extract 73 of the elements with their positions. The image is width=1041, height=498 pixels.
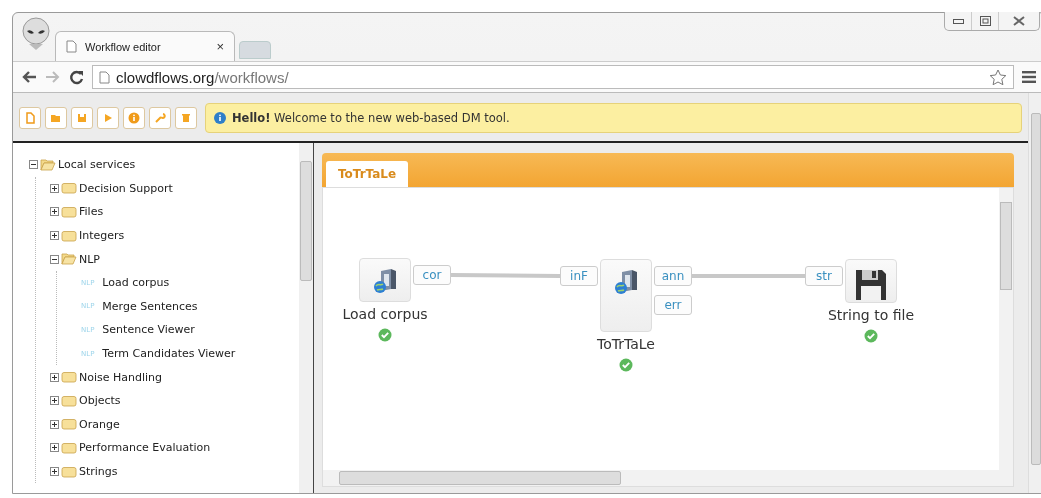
- expand-icon[interactable]: [50, 467, 59, 476]
- folder-icon: [61, 418, 77, 431]
- input-port[interactable]: inF: [560, 266, 598, 286]
- tree-item[interactable]: Objects: [79, 394, 121, 408]
- collapse-icon[interactable]: [50, 254, 59, 264]
- node-label: Load corpus: [342, 306, 428, 322]
- info-icon: [128, 112, 140, 124]
- star-icon[interactable]: [989, 68, 1007, 86]
- open-folder-icon: [61, 253, 77, 266]
- output-port[interactable]: err: [654, 295, 692, 315]
- play-icon: [102, 112, 114, 124]
- server-globe-icon: [371, 267, 399, 295]
- menu-icon[interactable]: [1022, 71, 1036, 83]
- scrollbar[interactable]: [299, 143, 313, 493]
- folder-icon: [61, 206, 77, 218]
- tree-item[interactable]: Orange: [79, 417, 120, 431]
- minimize-icon: [952, 18, 964, 24]
- folder-icon: [61, 394, 77, 407]
- tree-item[interactable]: NLP: [79, 252, 100, 266]
- tree-item[interactable]: Noise Handling: [79, 370, 163, 384]
- scrollbar[interactable]: [1028, 93, 1041, 493]
- save-icon: [76, 112, 88, 124]
- close-icon: [1013, 16, 1025, 26]
- tree-item[interactable]: Integers: [79, 229, 125, 243]
- trash-icon: [180, 112, 192, 124]
- page-icon: [66, 40, 77, 53]
- alien-head-icon: [21, 17, 51, 51]
- close-tab-button[interactable]: ×: [216, 39, 224, 54]
- info-icon: [214, 112, 226, 124]
- node-label: ToTrTaLe: [597, 336, 655, 352]
- alert-text: Hello! Welcome to the new web-based DM tool.: [232, 111, 510, 125]
- folder-icon: [61, 229, 77, 242]
- tree-item[interactable]: Load corpus: [102, 276, 170, 290]
- folder-icon: [61, 371, 77, 384]
- expand-icon[interactable]: [50, 419, 59, 429]
- expand-icon[interactable]: [50, 183, 59, 193]
- page-icon: [99, 70, 110, 84]
- browser-tab[interactable]: Workflow editor ×: [55, 31, 235, 61]
- widget-node[interactable]: [600, 259, 652, 332]
- tree-item[interactable]: Term Candidates Viewer: [102, 347, 236, 361]
- tree-item[interactable]: Local services: [58, 158, 136, 172]
- widget-node[interactable]: [845, 259, 897, 303]
- wrench-icon: [154, 112, 166, 124]
- tree-item[interactable]: Files: [79, 205, 104, 219]
- back-icon[interactable]: [21, 70, 37, 84]
- node-label: String to file: [827, 307, 915, 323]
- tree-item[interactable]: Merge Sentences: [102, 299, 198, 313]
- address-bar[interactable]: clowdflows.org/workflows/: [92, 65, 1014, 89]
- tree-item[interactable]: Strings: [79, 465, 118, 478]
- scrollbar[interactable]: [323, 470, 1013, 486]
- expand-icon[interactable]: [50, 207, 59, 217]
- output-port[interactable]: cor: [413, 265, 451, 285]
- input-port[interactable]: str: [805, 266, 843, 286]
- folder-icon: [61, 465, 77, 478]
- folder-icon: [61, 182, 77, 195]
- maximize-icon: [979, 16, 991, 26]
- open-folder-icon: [50, 112, 62, 124]
- expand-icon[interactable]: [50, 443, 59, 453]
- new-file-icon: [24, 112, 36, 124]
- collapse-icon[interactable]: [29, 160, 38, 170]
- open-folder-icon: [40, 158, 56, 171]
- tree-item[interactable]: Decision Support: [79, 181, 173, 195]
- tree-item[interactable]: Performance Evaluation: [79, 441, 211, 455]
- folder-icon: [61, 441, 77, 454]
- tree-item[interactable]: Sentence Viewer: [102, 323, 195, 337]
- widget-node[interactable]: [359, 258, 411, 302]
- output-port[interactable]: ann: [654, 266, 692, 286]
- server-globe-icon: [612, 268, 640, 296]
- expand-icon[interactable]: [50, 231, 59, 241]
- expand-icon[interactable]: [50, 396, 59, 406]
- expand-icon[interactable]: [50, 372, 59, 382]
- reload-icon[interactable]: [69, 69, 84, 85]
- scrollbar[interactable]: [999, 188, 1013, 470]
